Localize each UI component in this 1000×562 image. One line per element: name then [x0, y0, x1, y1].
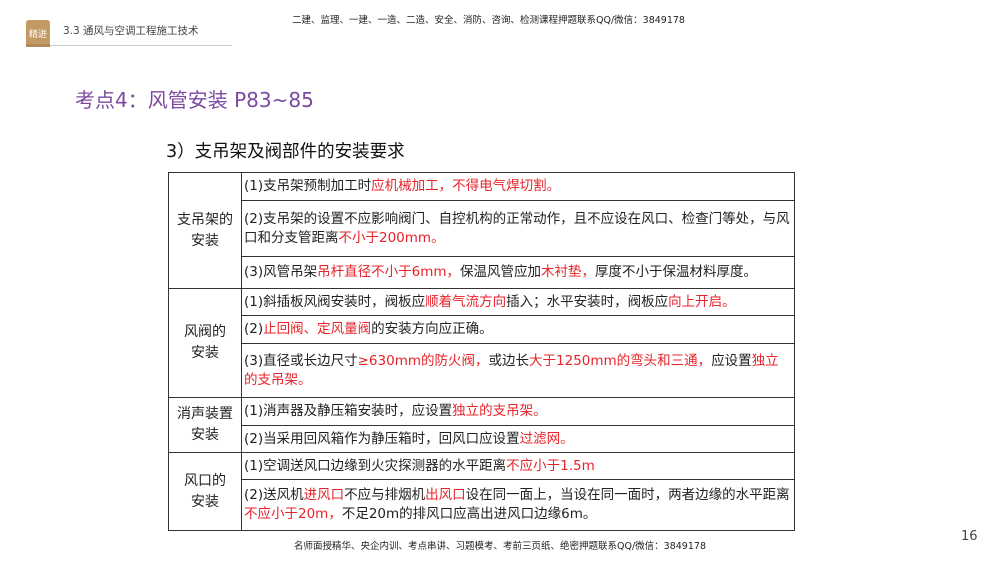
category-label: 支吊架的安装 [177, 211, 233, 249]
table-row: (3)风管吊架吊杆直径不小于6mm，保温风管应加木衬垫，厚度不小于保温材料厚度。 [169, 256, 795, 289]
highlight-text: 吊杆直径不小于6mm， [317, 264, 461, 280]
category-cell: 风阀的安装 [168, 288, 242, 398]
category-cell: 支吊架的安装 [168, 172, 242, 289]
highlight-text: 应机械加工，不得电气焊切割。 [371, 178, 561, 194]
badge-accent [26, 44, 50, 47]
highlight-text: 进风口 [303, 487, 345, 503]
requirement-text: 不足20m的排风口应高出进风口边缘6m。 [341, 506, 597, 522]
requirement-text: (1)消声器及静压箱安装时，应设置 [244, 403, 453, 419]
requirement-cell: (3)直径或长边尺寸≥630mm的防火阀，或边长大于1250mm的弯头和三通，应… [241, 343, 795, 398]
highlight-text: 顺着气流方向 [425, 293, 507, 310]
category-label: 风口的安装 [184, 472, 226, 510]
requirement-cell: (2)送风机进风口不应与排烟机出风口设在同一面上，当设在同一面时，两者边缘的水平… [241, 479, 795, 531]
table-row: 风阀的安装 (1)斜插板风阀安装时，阀板应顺着气流方向插入；水平安装时，阀板应向上… [168, 288, 795, 398]
page-number: 16 [961, 529, 978, 544]
highlight-text: 大于1250mm的弯头和三通， [529, 352, 712, 369]
requirement-text: 的安装方向应正确。 [371, 321, 493, 337]
requirement-text: (1)斜插板风阀安装时，阀板应 [244, 293, 426, 310]
category-cell: 消声装置安装 [168, 397, 242, 453]
requirement-text: 保温风管应加 [460, 264, 542, 280]
requirement-text: 或边长 [488, 352, 530, 369]
category-label: 消声装置安装 [177, 406, 233, 443]
requirement-cell: (2)当采用回风箱作为静压箱时，回风口应设置过滤网。 [241, 425, 795, 453]
requirement-cell: (3)风管吊架吊杆直径不小于6mm，保温风管应加木衬垫，厚度不小于保温材料厚度。 [241, 256, 795, 289]
requirement-text: (1)空调送风口边缘到火灾探测器的水平距离 [244, 457, 507, 474]
requirement-text: (1)支吊架预制加工时 [244, 178, 372, 194]
highlight-text: 止回阀、定风量阀 [263, 321, 372, 337]
requirement-text: (3)风管吊架 [244, 264, 318, 280]
category-label: 风阀的安装 [184, 324, 226, 361]
requirement-cell: (1)空调送风口边缘到火灾探测器的水平距离不应小于1.5m [241, 452, 795, 480]
highlight-text: 出风口 [425, 487, 466, 503]
requirement-cell: (1)斜插板风阀安装时，阀板应顺着气流方向插入；水平安装时，阀板应向上开启。 [241, 288, 795, 316]
section-label: 3.3 通风与空调工程施工技术 [63, 25, 199, 37]
requirement-text: (3)直径或长边尺寸 [244, 352, 358, 369]
requirement-text: 应设置 [711, 352, 752, 369]
requirement-cell: (1)消声器及静压箱安装时，应设置独立的支吊架。 [241, 397, 795, 426]
table-row: (3)直径或长边尺寸≥630mm的防火阀，或边长大于1250mm的弯头和三通，应… [169, 343, 795, 398]
highlight-text: 不应小于20m， [244, 506, 342, 522]
slide-title: 考点4：风管安装 P83~85 [75, 88, 314, 112]
requirements-table: 支吊架的安装 (1)支吊架预制加工时应机械加工，不得电气焊切割。 (2)支吊架的设置… [168, 172, 795, 531]
requirement-text: (2)支吊架的设置不应影响阀门、自控机构的正常动作，且不应设在风口、检查门等处，… [244, 210, 790, 246]
table-row: 风口的安装 (1)空调送风口边缘到火灾探测器的水平距离不应小于1.5m [168, 452, 795, 531]
footer-note: 名师面授精华、央企内训、考点串讲、习题模考、考前三页纸、绝密押题联系QQ/微信：… [294, 541, 706, 552]
highlight-text: 过滤网。 [519, 430, 574, 447]
table-row: (2)支吊架的设置不应影响阀门、自控机构的正常动作，且不应设在风口、检查门等处，… [169, 200, 795, 257]
table-row: (2)送风机进风口不应与排烟机出风口设在同一面上，当设在同一面时，两者边缘的水平… [169, 479, 795, 531]
requirement-text: (2) [244, 321, 264, 337]
requirement-text: 设在同一面上，当设在同一面时，两者边缘的水平距离 [465, 487, 790, 503]
highlight-text: 不小于200mm。 [338, 229, 445, 246]
table-row: (2)止回阀、定风量阀的安装方向应正确。 [169, 315, 795, 344]
top-note: 二建、监理、一建、一造、二造、安全、消防、咨询、检测课程押题联系QQ/微信：38… [292, 15, 685, 26]
requirement-cell: (2)支吊架的设置不应影响阀门、自控机构的正常动作，且不应设在风口、检查门等处，… [241, 200, 795, 257]
table-row: 消声装置安装 (1)消声器及静压箱安装时，应设置独立的支吊架。 [168, 397, 795, 453]
highlight-text: 向上开启。 [668, 293, 736, 310]
category-cell: 风口的安装 [168, 452, 242, 531]
brand-badge: 精进 [26, 20, 50, 46]
requirement-cell: (2)止回阀、定风量阀的安装方向应正确。 [241, 315, 795, 344]
highlight-text: 木衬垫， [541, 264, 596, 280]
requirement-text: (2)送风机 [244, 487, 304, 503]
highlight-text: 独立的支吊架。 [452, 403, 547, 419]
table-row: (2)当采用回风箱作为静压箱时，回风口应设置过滤网。 [169, 425, 795, 453]
slide-subtitle: 3）支吊架及阀部件的安装要求 [166, 142, 405, 162]
requirement-cell: (1)支吊架预制加工时应机械加工，不得电气焊切割。 [241, 172, 795, 201]
table-row: 支吊架的安装 (1)支吊架预制加工时应机械加工，不得电气焊切割。 [168, 172, 795, 289]
header-divider [50, 45, 232, 46]
requirement-text: 厚度不小于保温材料厚度。 [595, 264, 758, 280]
highlight-text: ≥630mm的防火阀， [357, 352, 489, 369]
requirement-text: 不应与排烟机 [344, 487, 426, 503]
requirement-text: 插入；水平安装时，阀板应 [506, 293, 669, 310]
requirement-text: (2)当采用回风箱作为静压箱时，回风口应设置 [244, 430, 520, 447]
highlight-text: 不应小于1.5m [506, 457, 595, 474]
